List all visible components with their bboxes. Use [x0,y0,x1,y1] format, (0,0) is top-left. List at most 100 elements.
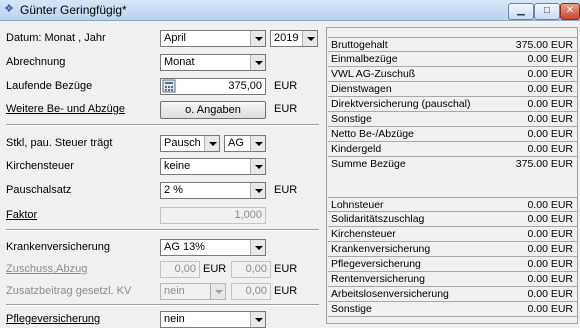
row-value: 0.00 EUR [527,128,573,140]
weitere-button[interactable]: o. Angaben [160,101,266,119]
maximize-button[interactable]: □ [534,3,560,20]
chevron-down-icon[interactable] [204,136,219,151]
zusatz-select-value: nein [164,285,185,297]
chevron-down-icon[interactable] [302,31,317,46]
row-value: 0.00 EUR [527,83,573,95]
main-panel: Datum: Monat , Jahr April 2019 Abrechnun… [0,21,580,328]
row-label: Arbeitslosenversicherung [331,288,449,300]
row-label: VWL AG-Zuschuß [331,68,416,80]
zusatz-input[interactable]: 0,00 [231,283,271,300]
row-label: Direktversicherung (pauschal) [331,98,471,110]
zuschuss-currency-1: EUR [203,263,227,275]
chevron-down-icon[interactable] [250,183,265,198]
chevron-down-icon[interactable] [250,31,265,46]
kirchensteuer-select[interactable]: keine [160,158,266,175]
summary-row: Einmalbezüge 0.00 EUR [328,52,577,67]
laufende-value: 375,00 [228,80,262,92]
zuschuss-value-1: 0,00 [174,263,196,275]
deduction-row: Sonstige 0.00 EUR [328,302,577,317]
deduction-row: Solidaritätszuschlag 0.00 EUR [328,212,577,227]
deduction-row: Arbeitslosenversicherung 0.00 EUR [328,287,577,302]
window-title: Günter Geringfügig* [20,3,127,17]
month-value: April [164,32,187,44]
chevron-down-icon[interactable] [250,136,265,151]
pflege-label: Pflegeversicherung [6,313,101,325]
summary-row: Sonstige 0.00 EUR [328,112,577,127]
row-value: 0.00 EUR [527,243,573,255]
close-button[interactable]: ✕ [560,3,580,20]
separator [6,124,319,126]
minimize-button[interactable]: ▁ [508,3,534,20]
chevron-down-icon[interactable] [250,55,265,70]
row-value: 0.00 EUR [527,213,573,225]
row-value: 0.00 EUR [527,273,573,285]
row-label: Sonstige [331,303,372,315]
laufende-currency: EUR [274,80,298,92]
pauschalsatz-select[interactable]: 2 % [160,182,266,199]
zusatz-value: 0,00 [245,285,267,297]
row-value: 0.00 EUR [527,228,573,240]
row-value: 0.00 EUR [527,303,573,315]
row-value: 375.00 EUR [515,158,573,170]
chevron-down-icon[interactable] [250,312,265,327]
zuschuss-input-2[interactable]: 0,00 [231,261,271,278]
row-label: Netto Be-/Abzüge [331,128,414,140]
traeger-select[interactable]: AG [224,135,266,152]
laufende-label: Laufende Bezüge [6,80,93,92]
chevron-down-icon[interactable] [250,240,265,255]
weitere-label: Weitere Be- und Abzüge [6,103,126,115]
stkl-select[interactable]: Pausch [160,135,220,152]
row-label: Solidaritätszuschlag [331,213,425,225]
row-value: 0.00 EUR [527,199,573,211]
separator [6,304,319,306]
zuschuss-input-1[interactable]: 0,00 [160,261,200,278]
weitere-currency: EUR [274,103,298,115]
row-label: Bruttogehalt [331,39,388,51]
calculator-icon[interactable] [162,79,176,93]
summary-row: Bruttogehalt 375.00 EUR [328,37,577,52]
app-icon: ❖ [4,3,14,15]
month-select[interactable]: April [160,30,266,47]
chevron-down-icon[interactable] [210,284,225,299]
row-value: 0.00 EUR [527,258,573,270]
row-label: Dienstwagen [331,83,392,95]
zusatz-select[interactable]: nein [160,283,226,300]
deduction-row: Lohnsteuer 0.00 EUR [328,197,577,212]
abrechnung-label: Abrechnung [6,56,66,68]
separator [6,229,319,231]
faktor-value: 1,000 [234,209,262,221]
row-label: Krankenversicherung [331,243,431,255]
datum-label-text: Datum: Monat , Jahr [6,32,106,44]
kirchensteuer-label: Kirchensteuer [6,160,74,172]
summary-row: VWL AG-Zuschuß 0.00 EUR [328,67,577,82]
pflege-select[interactable]: nein [160,311,266,328]
summary-row: Netto Be-/Abzüge 0.00 EUR [328,127,577,142]
deduction-row: Kirchensteuer 0.00 EUR [328,227,577,242]
summary-row: Direktversicherung (pauschal) 0.00 EUR [328,97,577,112]
faktor-input[interactable]: 1,000 [160,207,266,224]
kv-select[interactable]: AG 13% [160,239,266,256]
stkl-value: Pausch [164,137,201,149]
zuschuss-value-2: 0,00 [245,263,267,275]
abrechnung-select[interactable]: Monat [160,54,266,71]
year-select[interactable]: 2019 [270,30,318,47]
row-value: 375.00 EUR [515,39,573,51]
zuschuss-currency-2: EUR [274,263,298,275]
zusatz-label: Zusatzbeitrag gesetzl. KV [6,285,132,297]
title-bar[interactable]: ❖ Günter Geringfügig* ▁ □ ✕ [0,0,580,21]
kirchensteuer-value: keine [164,160,191,172]
chevron-down-icon[interactable] [250,159,265,174]
row-label: Lohnsteuer [331,199,384,211]
row-label: Rentenversicherung [331,273,425,285]
row-value: 0.00 EUR [527,113,573,125]
traeger-value: AG [228,137,244,149]
pflege-value: nein [164,313,185,325]
row-label: Kirchensteuer [331,228,396,240]
summary-total-row: Summe Bezüge 375.00 EUR [328,157,577,172]
kv-label: Krankenversicherung [6,241,110,253]
row-label: Einmalbezüge [331,53,398,65]
row-label: Sonstige [331,113,372,125]
row-label: Summe Bezüge [331,158,406,170]
abrechnung-value: Monat [164,56,195,68]
summary-row: Dienstwagen 0.00 EUR [328,82,577,97]
